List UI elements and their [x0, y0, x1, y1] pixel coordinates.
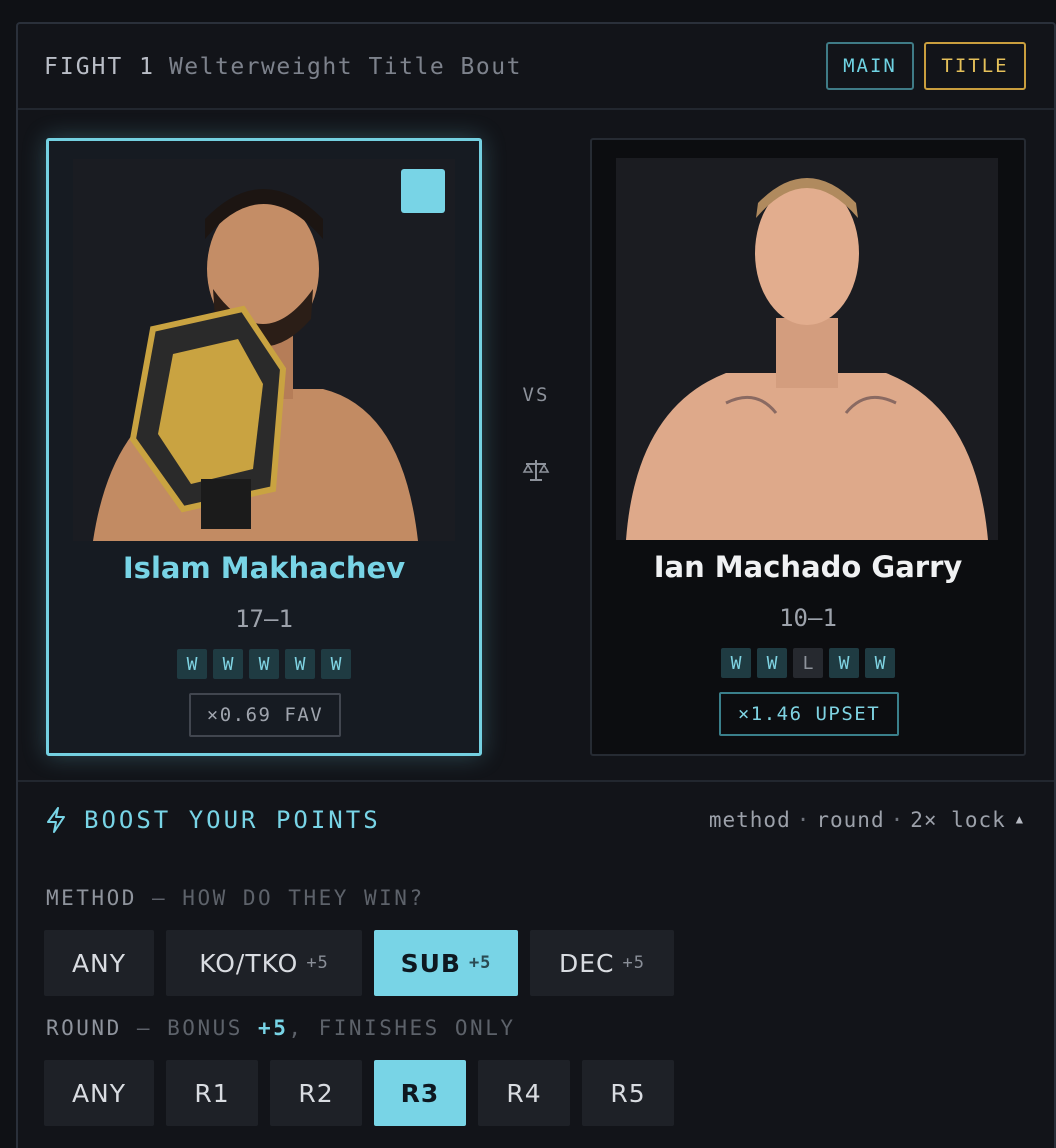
- option-label: KO/TKO: [199, 948, 299, 978]
- streak-result: W: [321, 649, 351, 679]
- main-tag: MAIN: [826, 42, 914, 90]
- boost-meta-method: method: [708, 808, 791, 832]
- fight-card: FIGHT 1 Welterweight Title Bout MAIN TITL…: [16, 22, 1056, 1148]
- streak-result: W: [829, 648, 859, 678]
- fighter-2-record: 10–1: [779, 604, 837, 632]
- fighter-1-photo: [73, 159, 455, 541]
- method-label: METHOD — HOW DO THEY WIN?: [46, 886, 425, 910]
- fighter-2-photo: [616, 158, 998, 540]
- method-option-dec[interactable]: DEC +5: [530, 930, 674, 996]
- streak-result: W: [177, 649, 207, 679]
- boost-meta-lock: 2× lock: [910, 808, 1006, 832]
- method-option-ko-tko[interactable]: KO/TKO +5: [166, 930, 362, 996]
- fighter-2-odds: ×1.46 UPSET: [719, 692, 899, 736]
- fighter-1-name: Islam Makhachev: [122, 551, 406, 585]
- streak-result: W: [721, 648, 751, 678]
- boost-summary[interactable]: method · round · 2× lock ▲: [709, 808, 1024, 832]
- streak-result: W: [757, 648, 787, 678]
- round-option-r5[interactable]: R5: [582, 1060, 674, 1126]
- title-tag: TITLE: [924, 42, 1026, 90]
- streak-result: W: [249, 649, 279, 679]
- boost-title: BOOST YOUR POINTS: [84, 806, 381, 834]
- fight-number: FIGHT 1: [44, 54, 155, 80]
- fighter-1-record: 17–1: [235, 605, 293, 633]
- fighter-1-odds: ×0.69 FAV: [189, 693, 341, 737]
- round-bonus-suffix: , FINISHES ONLY: [288, 1016, 516, 1040]
- option-bonus: +5: [306, 953, 329, 973]
- versus-label: VS: [522, 384, 550, 406]
- option-label: ANY: [71, 948, 127, 978]
- round-title: ROUND: [46, 1016, 122, 1040]
- fight-header: FIGHT 1 Welterweight Title Bout MAIN TITL…: [18, 24, 1054, 110]
- option-label: SUB: [400, 948, 461, 978]
- method-option-sub[interactable]: SUB +5: [374, 930, 518, 996]
- streak-result: L: [793, 648, 823, 678]
- round-option-r3[interactable]: R3: [374, 1060, 466, 1126]
- fighter-card-1[interactable]: Islam Makhachev 17–1 W W W W W ×0.69 FAV: [46, 138, 482, 756]
- boost-meta-round: round: [816, 808, 885, 832]
- round-bonus-prefix: — BONUS: [136, 1016, 243, 1040]
- method-option-any[interactable]: ANY: [44, 930, 154, 996]
- selected-checkbox[interactable]: [401, 169, 445, 213]
- streak-result: W: [213, 649, 243, 679]
- option-bonus: +5: [468, 953, 492, 973]
- fighter-2-name: Ian Machado Garry: [653, 550, 963, 584]
- fighter-card-2[interactable]: Ian Machado Garry 10–1 W W L W W ×1.46 U…: [590, 138, 1026, 756]
- round-option-any[interactable]: ANY: [44, 1060, 154, 1126]
- streak-result: W: [285, 649, 315, 679]
- fight-subtitle: Welterweight Title Bout: [168, 54, 522, 80]
- fighter-1-streak: W W W W W: [49, 649, 479, 679]
- fight-title: FIGHT 1 Welterweight Title Bout: [44, 54, 522, 80]
- method-question: — HOW DO THEY WIN?: [152, 886, 425, 910]
- round-option-r4[interactable]: R4: [478, 1060, 570, 1126]
- section-divider: [18, 780, 1054, 782]
- fighter-2-streak: W W L W W: [592, 648, 1024, 678]
- lightning-icon: [47, 807, 65, 833]
- option-bonus: +5: [622, 953, 645, 973]
- round-option-r2[interactable]: R2: [270, 1060, 362, 1126]
- round-label: ROUND — BONUS +5, FINISHES ONLY: [46, 1016, 516, 1040]
- round-option-r1[interactable]: R1: [166, 1060, 258, 1126]
- round-bonus-value: +5: [258, 1016, 289, 1040]
- boost-header[interactable]: BOOST YOUR POINTS: [46, 806, 381, 834]
- option-label: DEC: [559, 948, 615, 978]
- collapse-caret-icon[interactable]: ▲: [1016, 812, 1024, 826]
- streak-result: W: [865, 648, 895, 678]
- method-title: METHOD: [46, 886, 137, 910]
- scale-icon: [522, 460, 550, 481]
